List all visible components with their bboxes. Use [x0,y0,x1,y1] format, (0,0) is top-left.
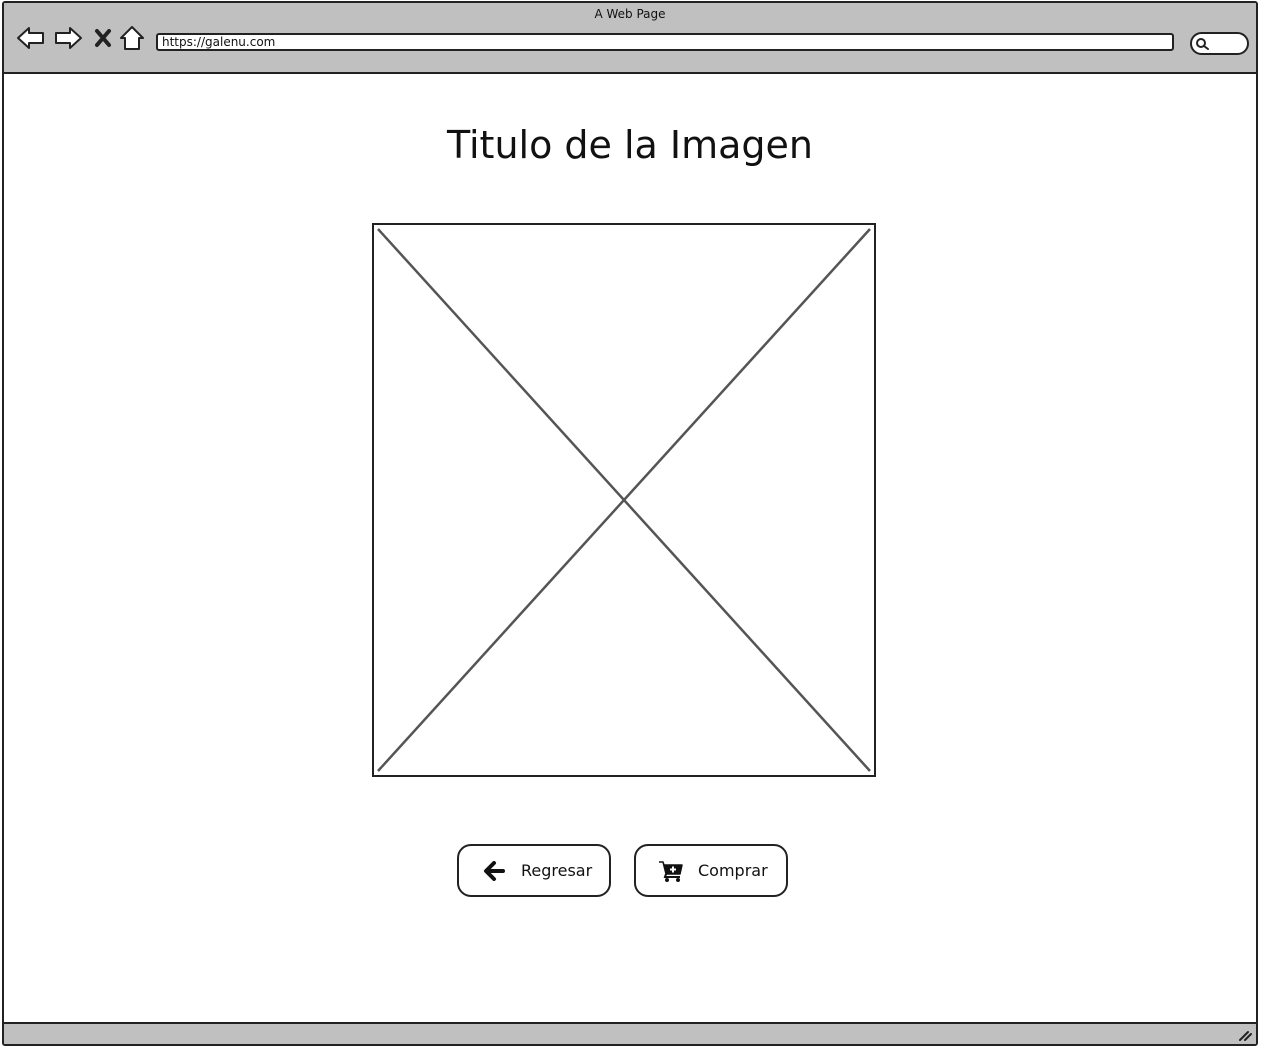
browser-window: A Web Page https://galenu.com Titulo de … [2,1,1258,1046]
browser-titlebar: A Web Page https://galenu.com [4,3,1256,74]
page-title: Titulo de la Imagen [446,123,814,167]
back-button-label: Regresar [521,861,593,880]
url-input[interactable]: https://galenu.com [156,33,1174,51]
close-icon[interactable] [88,23,118,53]
buy-button[interactable]: Comprar [634,844,788,897]
image-placeholder [372,223,876,777]
search-field[interactable] [1190,32,1249,55]
buy-button-label: Comprar [698,861,768,880]
resize-grip-icon[interactable] [1236,1028,1252,1042]
status-bar [4,1022,1256,1044]
home-icon[interactable] [117,23,147,53]
window-title: A Web Page [594,7,666,21]
back-icon[interactable] [16,23,46,53]
back-button[interactable]: Regresar [457,844,611,897]
search-icon [1196,38,1209,50]
cart-add-icon [656,858,686,884]
forward-icon[interactable] [53,23,83,53]
arrow-left-icon [479,858,509,884]
